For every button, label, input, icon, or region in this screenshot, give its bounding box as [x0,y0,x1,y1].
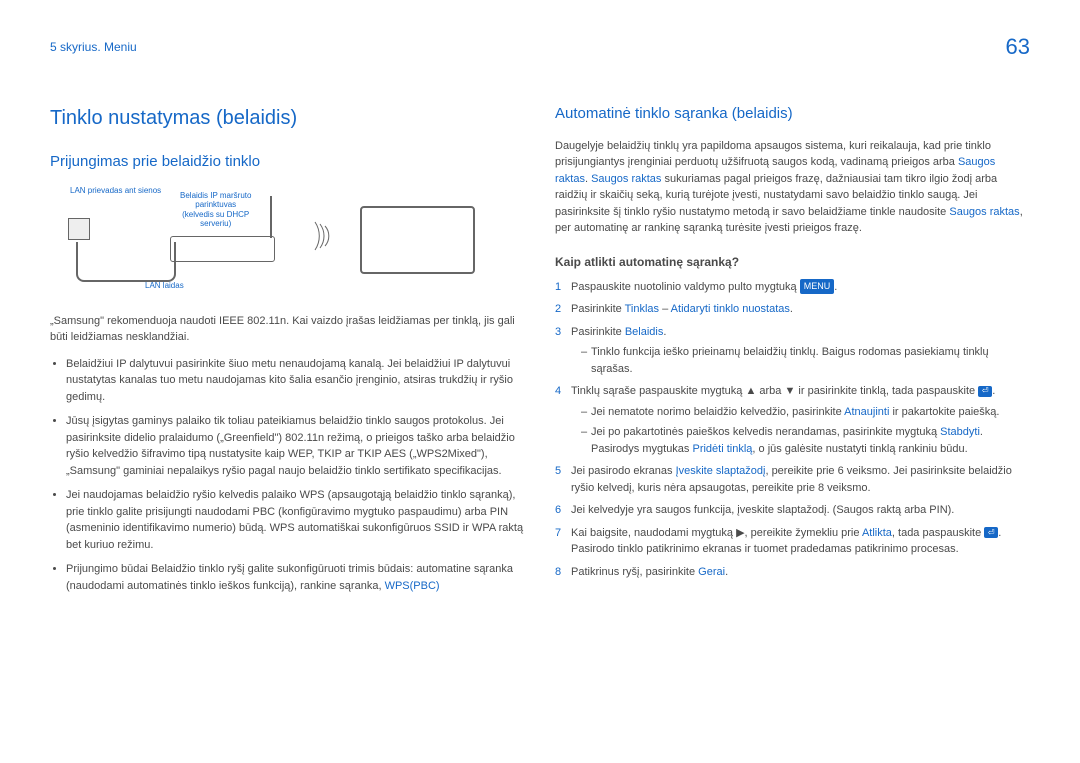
para-security: Daugelyje belaidžių tinklų yra papildoma… [555,138,1030,237]
section-title: Tinklo nustatymas (belaidis) [50,103,525,133]
wall-port-icon [68,218,90,240]
link-wpspbc: WPS(PBC) [385,580,440,592]
step-5: 5 Jei pasirodo ekranas Įveskite slaptažo… [555,463,1030,496]
step-2: 2 Pasirinkite Tinklas – Atidaryti tinklo… [555,301,1030,318]
bullet-item: Jei naudojamas belaidžio ryšio kelvedis … [66,487,525,553]
cable-icon [76,242,176,282]
step-3-note: Tinklo funkcija ieško prieinamų belaidži… [581,344,1030,377]
step-4-note-b: Jei po pakartotinės paieškos kelvedis ne… [581,424,1030,457]
bullet-item: Prijungimo būdai Belaidžio tinklo ryšį g… [66,561,525,594]
step-4: 4 Tinklų sąraše paspauskite mygtuką ▲ ar… [555,383,1030,457]
enter-key-icon: ⏎ [984,527,998,538]
router-icon [170,236,275,262]
wifi-waves-icon [310,216,350,262]
para-recommendation: „Samsung" rekomenduoja naudoti IEEE 802.… [50,313,525,346]
subsection-title-auto: Automatinė tinklo sąranka (belaidis) [555,103,1030,126]
step-1: 1 Paspauskite nuotolinio valdymo pulto m… [555,279,1030,296]
step-7: 7 Kai baigsite, naudodami mygtuką ▶, per… [555,525,1030,558]
monitor-icon [360,206,475,274]
steps-list: 1 Paspauskite nuotolinio valdymo pulto m… [555,279,1030,581]
subsection-title: Prijungimas prie belaidžio tinklo [50,151,525,174]
label-lan-port: LAN prievadas ant sienos [70,186,161,196]
bullet-list: Belaidžiui IP dalytuvui pasirinkite šiuo… [50,356,525,595]
bullet-item: Belaidžiui IP dalytuvui pasirinkite šiuo… [66,356,525,406]
page-number: 63 [1006,30,1030,63]
antenna-icon [270,196,272,238]
enter-key-icon: ⏎ [978,386,992,397]
label-lan-cable: LAN laidas [145,281,184,291]
step-4-note-a: Jei nematote norimo belaidžio kelvedžio,… [581,404,1030,421]
label-router: Belaidis IP maršruto parinktuvas (kelved… [180,191,251,229]
step-8: 8 Patikrinus ryšį, pasirinkite Gerai. [555,564,1030,581]
network-diagram: LAN prievadas ant sienos Belaidis IP mar… [50,186,525,301]
step-6: 6 Jei kelvedyje yra saugos funkcija, įve… [555,502,1030,519]
menu-button-icon: MENU [800,279,835,295]
howto-heading: Kaip atlikti automatinę sąranką? [555,253,1030,271]
breadcrumb: 5 skyrius. Meniu [50,38,137,56]
step-3: 3 Pasirinkite Belaidis. Tinklo funkcija … [555,324,1030,378]
bullet-item: Jūsų įsigytas gaminys palaiko tik toliau… [66,413,525,479]
